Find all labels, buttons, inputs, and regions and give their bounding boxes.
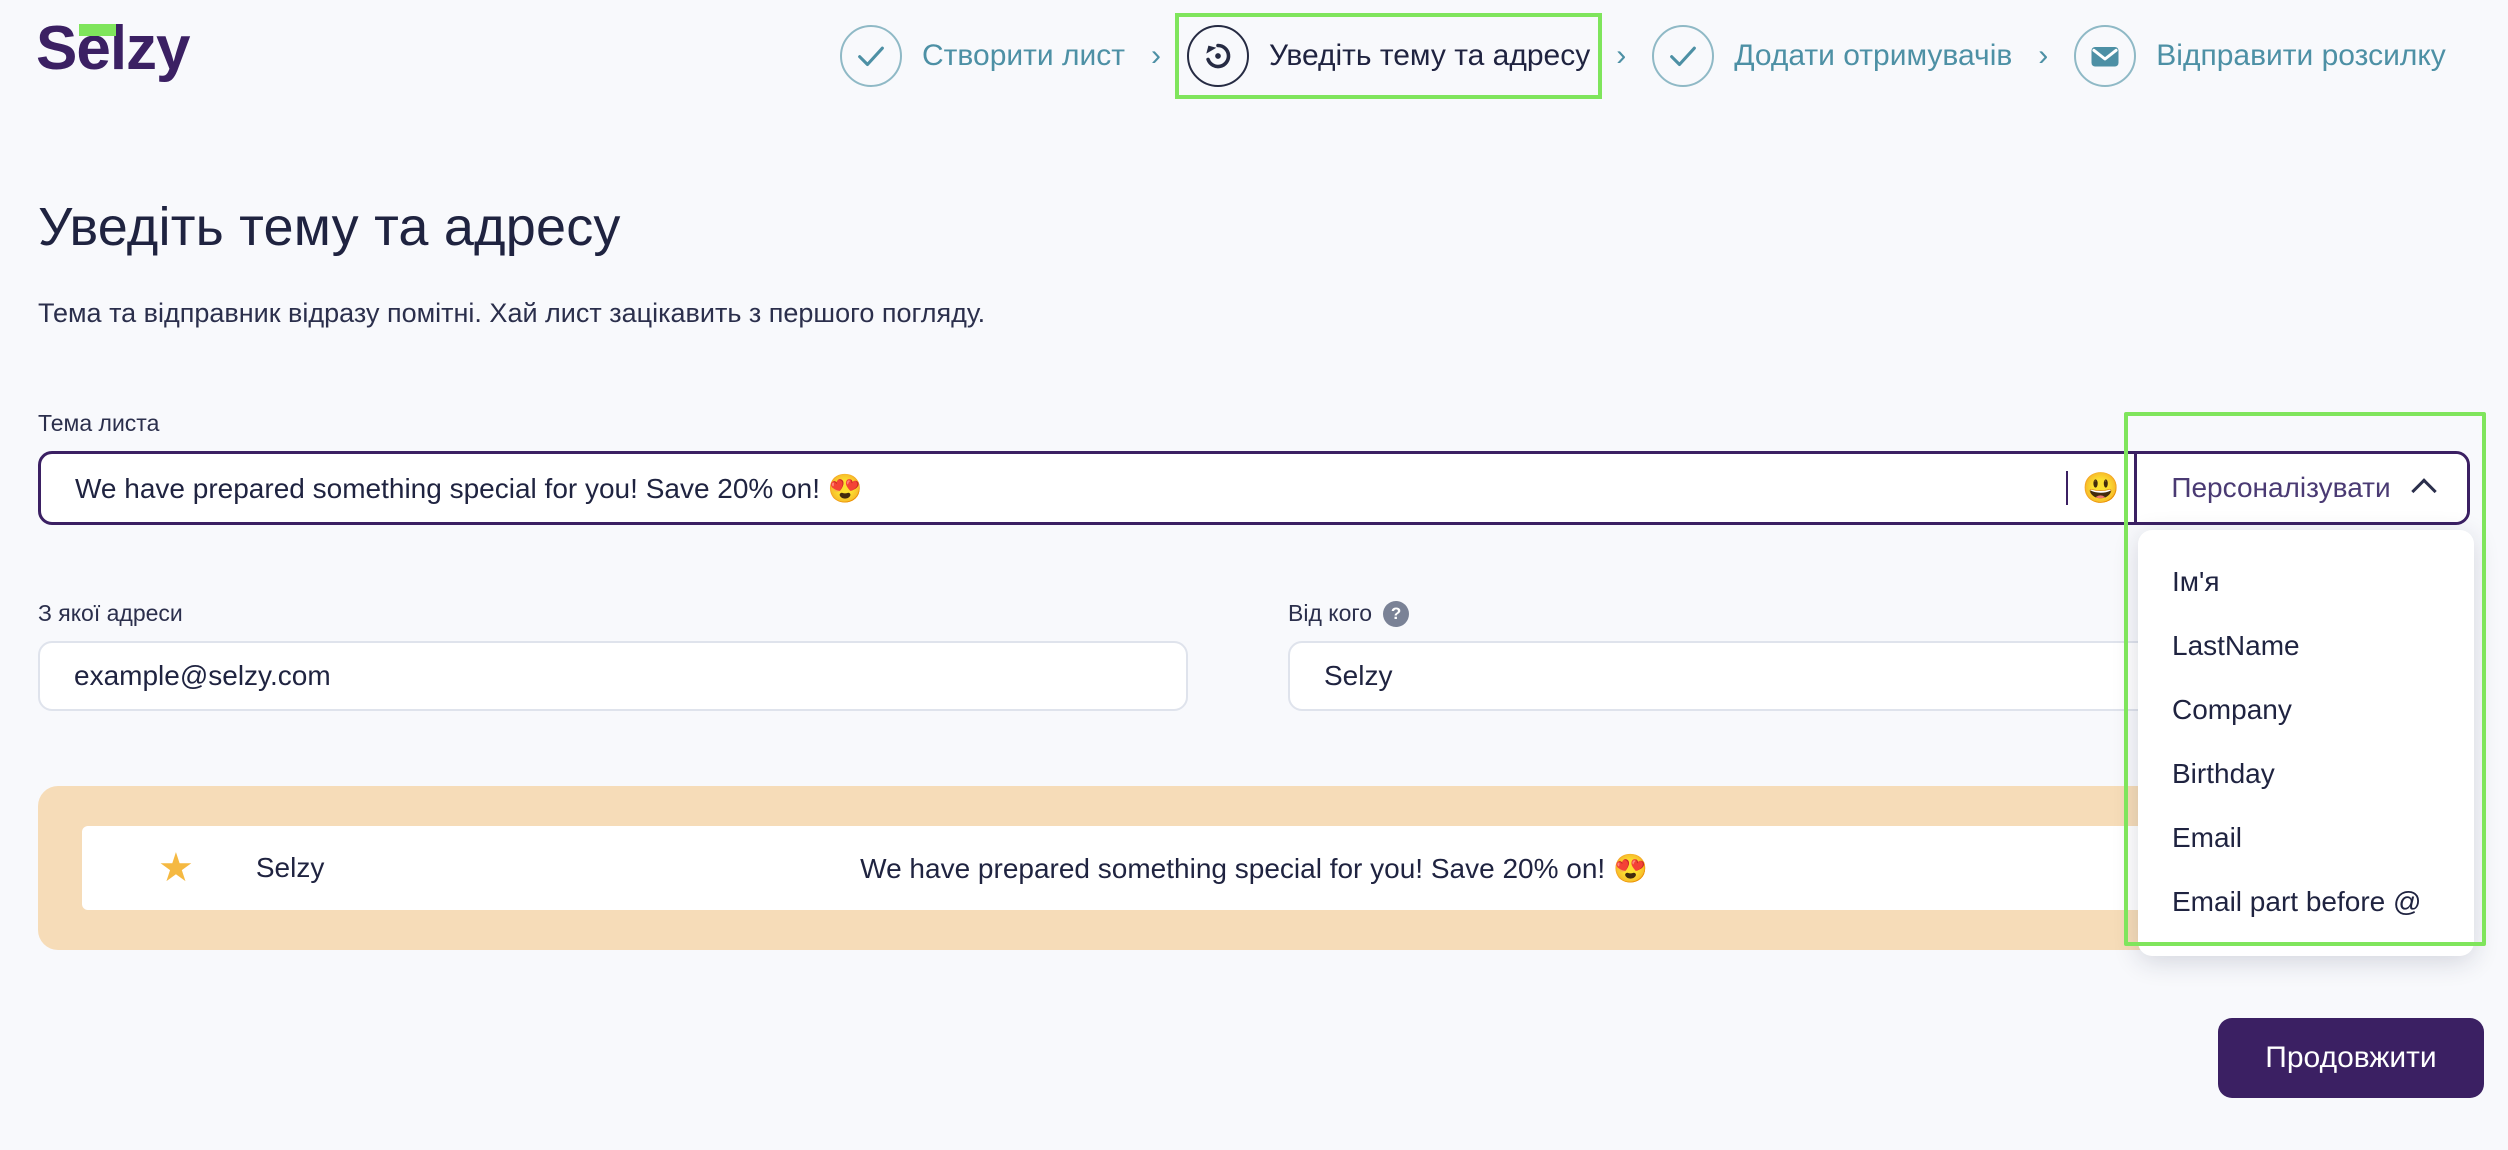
dropdown-item-email[interactable]: Email [2138, 806, 2474, 870]
check-icon [840, 25, 902, 87]
help-icon[interactable]: ? [1383, 600, 1410, 627]
dropdown-item-lastname[interactable]: LastName [2138, 614, 2474, 678]
from-address-field: З якої адреси [38, 600, 1188, 711]
step-separator-icon: › [1616, 39, 1627, 72]
step-separator-icon: › [1150, 39, 1161, 72]
step-send-campaign[interactable]: Відправити розсилку [2062, 13, 2458, 99]
dropdown-item-company[interactable]: Company [2138, 678, 2474, 742]
subject-input-row: 😃 Персоналізувати [38, 451, 2470, 525]
preview-subject-text: We have prepared something special for y… [860, 852, 1648, 884]
step-enter-subject-and-address[interactable]: Уведіть тему та адресу [1174, 13, 1603, 99]
personalize-button-label: Персоналізувати [2171, 472, 2391, 503]
progress-stepper: Створити лист › Уведіть тему та адресу › [828, 0, 2458, 112]
page-subtitle: Тема та відправник відразу помітні. Хай … [38, 298, 986, 328]
check-icon [1652, 25, 1715, 87]
personalize-button[interactable]: Персоналізувати [2137, 454, 2467, 522]
envelope-icon [2074, 25, 2137, 87]
restore-icon [1186, 25, 1249, 87]
step-label: Відправити розсилку [2156, 39, 2446, 72]
inbox-preview-row: ★ Selzy We have prepared something speci… [82, 826, 2426, 910]
app-page: Selzy Створити лист › Уведіть тему та ад… [0, 0, 2508, 1150]
subject-label: Тема листа [38, 410, 2470, 437]
step-label: Створити лист [922, 39, 1125, 72]
preview-sender-name: Selzy [255, 852, 325, 883]
step-label: Уведіть тему та адресу [1268, 39, 1591, 72]
personalize-control: Персоналізувати [2134, 454, 2467, 522]
subject-label-text: Тема листа [38, 410, 160, 436]
selzy-logo[interactable]: Selzy [36, 18, 191, 80]
star-icon: ★ [158, 846, 194, 890]
page-title: Уведіть тему та адресу [38, 197, 621, 257]
dropdown-item-firstname[interactable]: Ім'я [2138, 550, 2474, 614]
from-address-input[interactable] [38, 641, 1188, 711]
app-header: Selzy Створити лист › Уведіть тему та ад… [0, 0, 2508, 112]
step-add-recipients[interactable]: Додати отримувачів [1640, 13, 2024, 99]
continue-button[interactable]: Продовжити [2218, 1018, 2484, 1098]
sender-fields-row: З якої адреси Від кого ? [38, 600, 2470, 711]
logo-macron-accent [79, 24, 116, 36]
from-address-label-text: З якої адреси [38, 600, 183, 626]
step-create-letter[interactable]: Створити лист [828, 13, 1137, 99]
dropdown-item-email-part-before-at[interactable]: Email part before @ [2138, 870, 2474, 934]
from-address-label: З якої адреси [38, 600, 1188, 627]
inbox-preview-card: ★ Selzy We have prepared something speci… [38, 786, 2470, 950]
step-separator-icon: › [2038, 39, 2049, 72]
emoji-picker-icon[interactable]: 😃 [2068, 454, 2134, 522]
step-label: Додати отримувачів [1734, 39, 2013, 72]
dropdown-item-birthday[interactable]: Birthday [2138, 742, 2474, 806]
personalize-dropdown-menu: Ім'я LastName Company Birthday Email Ema… [2138, 530, 2474, 956]
subject-input[interactable] [41, 454, 2084, 522]
subject-field-block: Тема листа 😃 Персоналізувати [38, 410, 2470, 525]
chevron-up-icon [2410, 478, 2437, 504]
from-name-label-text: Від кого [1288, 600, 1373, 626]
